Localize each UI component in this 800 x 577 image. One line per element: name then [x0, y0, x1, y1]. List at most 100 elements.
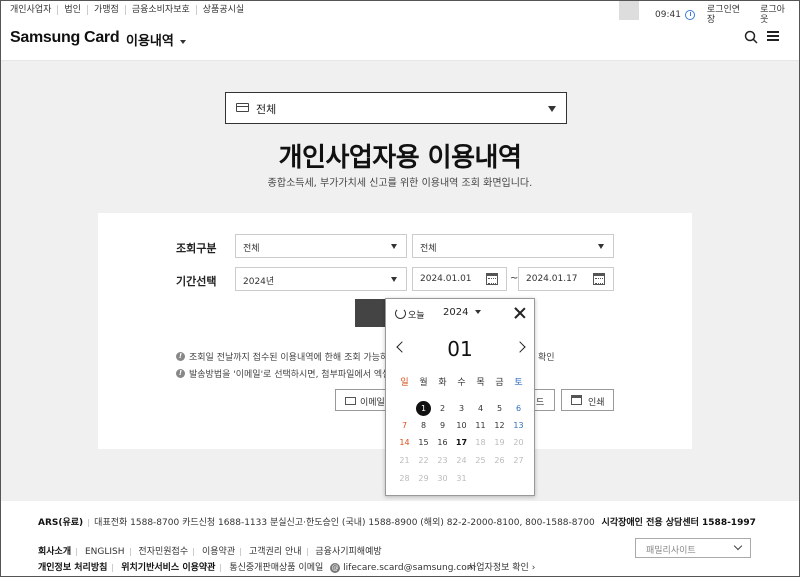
calendar-day: 18 — [471, 435, 490, 450]
calendar-day-label: 22 — [418, 456, 429, 465]
calendar-day-label: 29 — [418, 474, 429, 483]
calendar-day-label: 30 — [437, 474, 448, 483]
header: Samsung Card 이용내역 — [1, 20, 799, 61]
search-icon[interactable] — [744, 30, 758, 44]
calendar-day-label: 19 — [494, 438, 505, 447]
footer-link-english[interactable]: ENGLISH — [85, 547, 125, 557]
footer-link-privacy[interactable]: 개인정보 처리방침 — [38, 563, 107, 573]
top-link-consumer-protection[interactable]: 금융소비자보호 — [124, 5, 196, 15]
footer-contact: ARS(유료) 대표전화 1588-8700 카드신청 1688-1133 분실신… — [38, 515, 756, 528]
timer-icon — [684, 10, 695, 20]
top-links: 개인사업자 법인 가맹점 금융소비자보호 상품공시실 — [10, 5, 250, 15]
refresh-icon[interactable] — [395, 308, 406, 319]
footer-link-complaint[interactable]: 전자민원접수 — [138, 547, 188, 557]
page-subtitle: 종합소득세, 부가가치세 신고를 위한 이용내역 조회 화면입니다. — [267, 178, 533, 189]
calendar-day-label: 10 — [456, 421, 467, 430]
period-year-select[interactable]: 2024년 — [235, 267, 407, 291]
calendar-day-label: 17 — [455, 438, 468, 447]
calendar-day: 31 — [452, 471, 471, 486]
calendar-icon[interactable] — [486, 273, 498, 285]
year-value: 2024 — [443, 307, 469, 318]
calendar-icon[interactable] — [593, 273, 605, 285]
inquiry-type-label: 조회구분 — [176, 242, 217, 255]
ars-label: ARS(유료) — [38, 518, 84, 528]
weekday-label: 토 — [514, 378, 523, 388]
footer-link-email-policy[interactable]: 통신중개판매상품 이메일 — [229, 563, 323, 573]
top-link-product-disclosure[interactable]: 상품공시실 — [195, 5, 250, 15]
calendar-day-label: 27 — [513, 456, 524, 465]
calendar-day-label: 23 — [437, 456, 448, 465]
calendar-day: 25 — [471, 453, 490, 468]
footer-link-terms[interactable]: 이용약관 — [202, 547, 235, 557]
footer-link-customer-rights[interactable]: 고객권리 안내 — [249, 547, 302, 557]
dropdown-arrow-icon — [391, 277, 397, 282]
notice-2: ! 발송방법을 '이메일'로 선택하시면, 첨부파일에서 엑셀 — [176, 367, 390, 380]
footer-link-company[interactable]: 회사소개 — [38, 547, 71, 557]
calendar-day[interactable]: 2 — [433, 401, 452, 416]
inquiry-type-select-1[interactable]: 전체 — [235, 234, 407, 258]
date-from-input[interactable]: 2024.01.01 — [412, 267, 507, 291]
calendar-day-label: 25 — [475, 456, 486, 465]
calendar-day: 23 — [433, 453, 452, 468]
calendar-day[interactable]: 8 — [414, 418, 433, 433]
calendar-day[interactable]: 14 — [395, 435, 414, 450]
calendar-day[interactable]: 16 — [433, 435, 452, 450]
samsung-card-logo[interactable]: Samsung Card — [10, 29, 120, 47]
dropdown-arrow-icon — [391, 244, 397, 249]
calendar-day[interactable]: 15 — [414, 435, 433, 450]
footer-link-fraud-prevention[interactable]: 금융사기피해예방 — [315, 547, 381, 557]
inquiry-type-select-2[interactable]: 전체 — [412, 234, 614, 258]
calendar-day[interactable]: 9 — [433, 418, 452, 433]
period-label: 기간선택 — [176, 275, 217, 288]
email-button[interactable]: 이메일 — [335, 389, 389, 411]
calendar-day: 26 — [490, 453, 509, 468]
calendar-day[interactable]: 11 — [471, 418, 490, 433]
top-link-merchant[interactable]: 가맹점 — [86, 5, 125, 15]
calendar-day[interactable]: 13 — [509, 418, 528, 433]
business-info-link[interactable]: 사업자정보 확인 › — [468, 560, 535, 573]
accessibility-center: 시각장애인 전용 상담센터 1588-1997 — [601, 518, 756, 528]
close-icon[interactable] — [514, 307, 526, 319]
year-select[interactable]: 2024 — [443, 307, 482, 318]
family-site-select[interactable]: 패밀리사이트 — [635, 538, 751, 558]
hamburger-menu-icon[interactable] — [767, 31, 779, 41]
print-button[interactable]: 인쇄 — [561, 389, 614, 411]
calendar-day[interactable]: 4 — [471, 401, 490, 416]
footer-email[interactable]: lifecare.scard@samsung.com — [343, 563, 475, 573]
weekday-label: 금 — [495, 378, 504, 388]
weekday-label: 화 — [438, 378, 447, 388]
calendar-day-label: 8 — [420, 421, 427, 430]
notice-1: ! 조회일 전날까지 접수된 이용내역에 한해 조회 가능하 — [176, 350, 388, 363]
calendar-day-label: 1 — [420, 404, 427, 413]
calendar-day[interactable]: 3 — [452, 401, 471, 416]
calendar-day-label: 15 — [418, 438, 429, 447]
search-button[interactable] — [355, 299, 385, 327]
calendar-day[interactable]: 6 — [509, 401, 528, 416]
family-site-label: 패밀리사이트 — [646, 546, 696, 556]
calendar-day[interactable]: 17 — [452, 435, 471, 450]
calendar-day-label: 12 — [494, 421, 505, 430]
footer-link-location-terms[interactable]: 위치기반서비스 이용약관 — [121, 563, 215, 573]
notice-2-text: 발송방법을 '이메일'로 선택하시면, 첨부파일에서 엑셀 — [189, 370, 391, 380]
calendar-day[interactable]: 7 — [395, 418, 414, 433]
weekday-label: 일 — [400, 378, 409, 388]
print-icon — [571, 395, 582, 405]
top-link-corporate[interactable]: 법인 — [57, 5, 87, 15]
nav-dropdown[interactable]: 이용내역 — [126, 30, 186, 49]
calendar-day-label: 24 — [456, 456, 467, 465]
card-category-select[interactable]: 전체 — [225, 92, 567, 124]
calendar-day[interactable]: 5 — [490, 401, 509, 416]
calendar-day[interactable]: 10 — [452, 418, 471, 433]
calendar-day[interactable]: 1 — [414, 401, 433, 416]
caret-down-icon — [475, 310, 482, 314]
calendar-day-label: 6 — [515, 404, 522, 413]
date-to-input[interactable]: 2024.01.17 — [518, 267, 614, 291]
page-title: 개인사업자용 이용내역 — [278, 143, 522, 173]
calendar-day: 24 — [452, 453, 471, 468]
top-link-personal-business[interactable]: 개인사업자 — [10, 5, 57, 15]
calendar-day-label: 11 — [475, 421, 486, 430]
today-button[interactable]: 오늘 — [408, 308, 425, 321]
calendar-day[interactable]: 12 — [490, 418, 509, 433]
calendar-day-label: 5 — [496, 404, 503, 413]
card-icon — [236, 103, 249, 112]
